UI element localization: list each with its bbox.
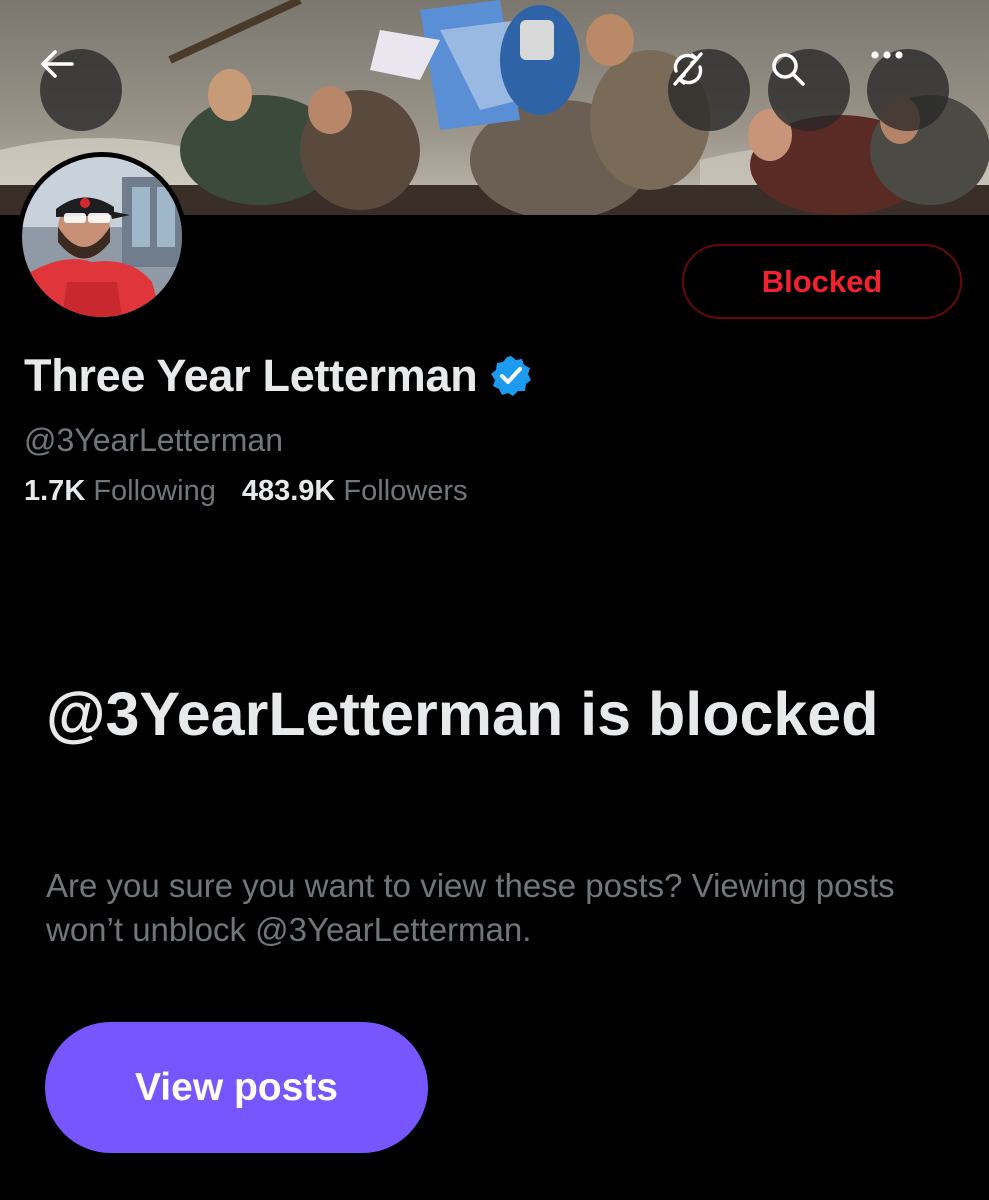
avatar[interactable] [22,157,182,317]
avatar-ring[interactable] [17,152,187,322]
search-button[interactable] [768,49,850,131]
blocked-button[interactable]: Blocked [682,244,962,319]
profile-name-row: Three Year Letterman [24,350,533,402]
blocked-notice-title: @3YearLetterman is blocked [46,680,879,748]
search-icon [772,53,805,86]
view-posts-button[interactable]: View posts [45,1022,428,1153]
following-count: 1.7K [24,475,94,507]
blocked-notice-description: Are you sure you want to view these post… [46,867,895,948]
followers-label: Followers [343,475,468,507]
view-posts-button-label: View posts [134,1065,339,1109]
more-horizontal-icon [871,51,903,59]
arrow-left-icon [41,50,74,78]
blocked-button-label: Blocked [761,263,883,299]
verified-badge-icon[interactable] [489,354,533,398]
avatar-photo [22,157,182,317]
followers-stat[interactable]: 483.9K Followers [242,475,468,508]
following-stat[interactable]: 1.7K Following [24,475,216,508]
more-button[interactable] [867,49,949,131]
profile-handle: @3YearLetterman [24,422,284,458]
display-name: Three Year Letterman [24,350,478,401]
back-button[interactable] [40,49,122,131]
sync-button[interactable] [668,49,750,131]
following-label: Following [93,475,216,507]
sync-off-icon [673,52,703,86]
profile-stats: 1.7K Following 483.9K Followers [24,475,494,508]
followers-count: 483.9K [241,475,344,507]
